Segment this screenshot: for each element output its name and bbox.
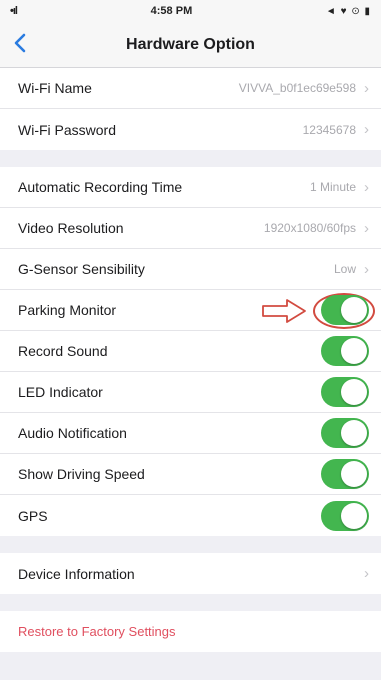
gps-toggle[interactable] xyxy=(321,500,369,531)
video-resolution-row[interactable]: Video Resolution 1920x1080/60fps › xyxy=(0,208,381,249)
gps-row: GPS xyxy=(0,495,381,536)
video-resolution-value: 1920x1080/60fps xyxy=(263,221,356,235)
led-indicator-toggle[interactable] xyxy=(321,377,369,407)
settings-group: Automatic Recording Time 1 Minute › Vide… xyxy=(0,167,381,536)
g-sensor-row[interactable]: G-Sensor Sensibility Low › xyxy=(0,249,381,290)
factory-group: Restore to Factory Settings xyxy=(0,611,381,652)
page-title: Hardware Option xyxy=(126,35,255,53)
device-information-label: Device Information xyxy=(18,565,135,582)
chevron-right-icon: › xyxy=(364,219,369,237)
record-sound-toggle[interactable] xyxy=(321,336,369,366)
chevron-right-icon: › xyxy=(364,79,369,97)
led-indicator-row: LED Indicator xyxy=(0,372,381,413)
audio-notification-toggle[interactable] xyxy=(321,418,369,448)
chevron-right-icon: › xyxy=(364,565,369,582)
record-sound-label: Record Sound xyxy=(18,343,108,359)
navigation-bar: Hardware Option xyxy=(0,22,381,68)
chevron-left-icon xyxy=(14,29,26,60)
arrow-right-icon xyxy=(261,298,307,327)
toggle-knob xyxy=(341,502,367,529)
recording-time-value: 1 Minute xyxy=(309,180,356,194)
toggle-knob xyxy=(341,297,367,323)
wifi-password-label: Wi-Fi Password xyxy=(18,121,117,138)
chevron-right-icon: › xyxy=(364,121,369,138)
signal-icon: •ıl xyxy=(10,5,18,17)
audio-notification-row: Audio Notification xyxy=(0,413,381,454)
led-indicator-label: LED Indicator xyxy=(18,384,103,400)
video-resolution-label: Video Resolution xyxy=(18,220,124,236)
wifi-password-row[interactable]: Wi-Fi Password 12345678 › xyxy=(0,109,381,150)
wifi-password-value: 12345678 xyxy=(302,122,356,137)
show-driving-speed-label: Show Driving Speed xyxy=(18,466,145,482)
restore-factory-row[interactable]: Restore to Factory Settings xyxy=(0,611,381,652)
toggle-knob xyxy=(341,338,367,364)
wifi-group: Wi-Fi Name VIVVA_b0f1ec69e598 › Wi-Fi Pa… xyxy=(0,68,381,150)
toggle-knob xyxy=(341,379,367,405)
recording-time-row[interactable]: Automatic Recording Time 1 Minute › xyxy=(0,167,381,208)
toggle-knob xyxy=(341,461,367,487)
show-driving-speed-row: Show Driving Speed xyxy=(0,454,381,495)
parking-monitor-row: Parking Monitor xyxy=(0,290,381,331)
device-info-group: Device Information › xyxy=(0,553,381,594)
back-button[interactable] xyxy=(0,25,40,65)
g-sensor-value: Low xyxy=(333,262,356,276)
toggle-knob xyxy=(341,420,367,446)
status-time: 4:58 PM xyxy=(150,5,193,17)
wifi-name-label: Wi-Fi Name xyxy=(18,80,92,96)
g-sensor-label: G-Sensor Sensibility xyxy=(18,261,145,277)
chevron-right-icon: › xyxy=(364,260,369,278)
wifi-name-row[interactable]: Wi-Fi Name VIVVA_b0f1ec69e598 › xyxy=(0,68,381,109)
wifi-name-value: VIVVA_b0f1ec69e598 xyxy=(238,81,356,95)
audio-notification-label: Audio Notification xyxy=(18,425,127,441)
chevron-right-icon: › xyxy=(364,178,369,196)
record-sound-row: Record Sound xyxy=(0,331,381,372)
device-information-row[interactable]: Device Information › xyxy=(0,553,381,594)
recording-time-label: Automatic Recording Time xyxy=(18,179,183,195)
gps-label: GPS xyxy=(18,507,48,524)
restore-factory-label: Restore to Factory Settings xyxy=(18,624,176,639)
status-icons: ◄ ♥ ⊙ ▮ xyxy=(325,5,371,17)
status-bar: •ıl 4:58 PM ◄ ♥ ⊙ ▮ xyxy=(0,0,381,22)
show-driving-speed-toggle[interactable] xyxy=(321,459,369,489)
parking-monitor-toggle[interactable] xyxy=(321,295,369,325)
